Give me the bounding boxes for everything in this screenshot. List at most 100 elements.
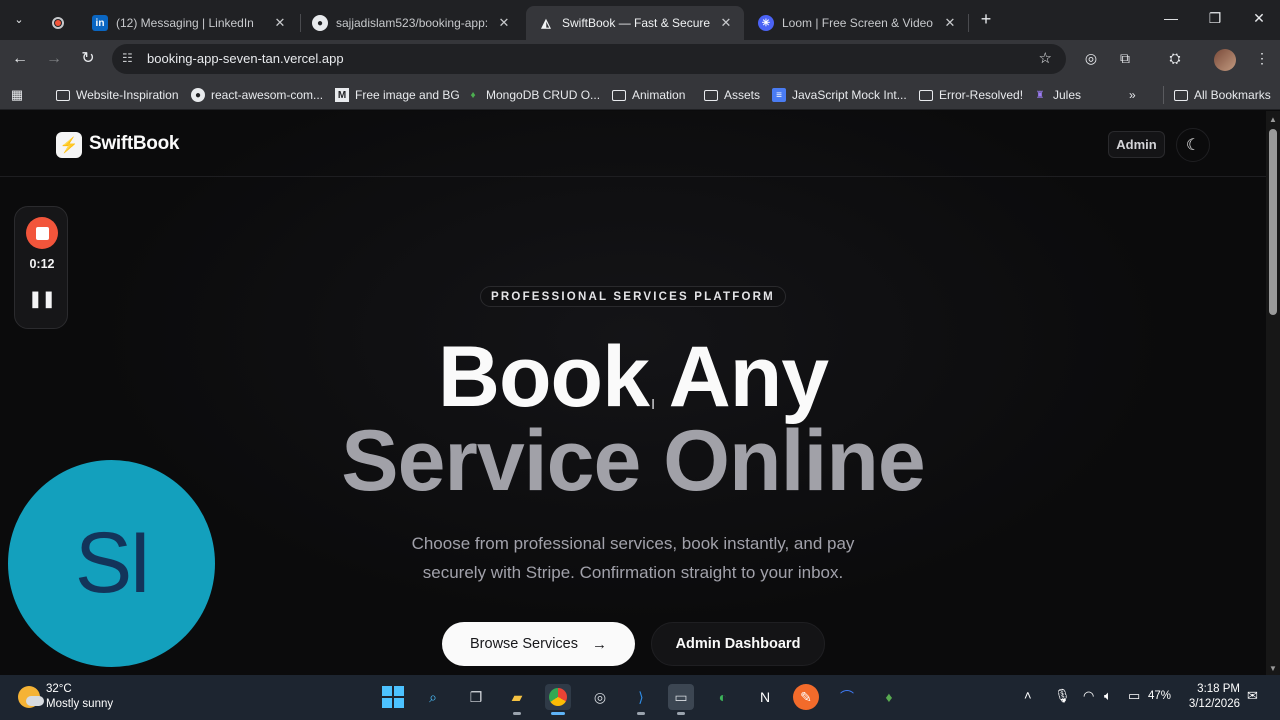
bookmark-label: Assets [724, 88, 761, 102]
tab-title: Loom | Free Screen & Video Re [782, 16, 936, 30]
extensions-puzzle-icon[interactable]: ⧉ [1115, 50, 1135, 70]
terminal-icon[interactable]: ▭ [668, 684, 694, 715]
site-logo-text[interactable]: SwiftBook [89, 133, 179, 155]
bookmark-website-inspiration[interactable]: Website-Inspiration [56, 86, 179, 104]
tab-title: SwiftBook — Fast & Secure Ser [562, 16, 712, 30]
mongodb-icon: ♦ [470, 89, 476, 101]
bookmark-assets[interactable]: Assets [704, 86, 760, 104]
loom-icon: ✳ [758, 15, 774, 31]
restore-button[interactable]: ❐ [1194, 0, 1236, 36]
weather-sun-cloud-icon[interactable] [18, 686, 44, 708]
arc-icon[interactable]: ⌒ [834, 684, 860, 710]
browser-toolbar: ← → ↻ ☷ booking-app-seven-tan.vercel.app… [0, 40, 1280, 78]
task-view-icon[interactable]: ❐ [463, 684, 489, 710]
theme-toggle-moon-icon[interactable]: ☾ [1176, 128, 1210, 162]
all-bookmarks[interactable]: All Bookmarks [1163, 86, 1271, 104]
mongodb-compass-icon[interactable]: ♦ [876, 684, 902, 710]
weather-temperature[interactable]: 32°C [46, 683, 72, 695]
tab-loom[interactable]: ✳ Loom | Free Screen & Video Re ✕ [746, 6, 968, 40]
extension-circle-icon[interactable]: ◎ [1081, 50, 1101, 70]
close-tab-icon[interactable]: ✕ [272, 15, 288, 31]
clock-time[interactable]: 3:18 PM [1190, 683, 1240, 695]
pause-icon[interactable]: ❚❚ [15, 289, 69, 309]
hero-headline-line2: Service Online [341, 413, 926, 509]
tray-chevron-up-icon[interactable]: ˄ [1024, 688, 1032, 703]
search-icon[interactable]: ⌕ [420, 684, 446, 710]
tab-linkedin[interactable]: in (12) Messaging | LinkedIn ✕ [80, 6, 298, 40]
browse-services-button[interactable]: Browse Services → [442, 622, 635, 666]
bookmarks-overflow-chevron-icon[interactable]: » [1129, 86, 1136, 104]
loom-recording-controls: 0:12 ❚❚ [14, 206, 68, 329]
microphone-icon[interactable]: 🎙︎ [1054, 688, 1071, 704]
windows-start-icon[interactable] [382, 686, 404, 708]
github-icon: ● [191, 88, 205, 102]
url-text[interactable]: booking-app-seven-tan.vercel.app [147, 51, 344, 66]
edge-icon[interactable]: ◐ [710, 684, 736, 710]
windows-taskbar: 32°C Mostly sunny ⌕ ❐ ▰ ◎ ⟩ ▭ ◐ N ✎ ⌒ ♦ … [0, 675, 1280, 720]
battery-percent[interactable]: 47% [1148, 690, 1171, 702]
lightning-logo-icon[interactable]: ⚡ [56, 132, 82, 158]
notion-icon[interactable]: N [752, 684, 778, 710]
tab-github[interactable]: ● sajjadislam523/booking-app: Sl ✕ [300, 6, 522, 40]
address-bar[interactable]: ☷ booking-app-seven-tan.vercel.app ☆ [112, 44, 1066, 74]
close-tab-icon[interactable]: ✕ [496, 15, 512, 31]
scroll-down-icon[interactable]: ▼ [1269, 664, 1277, 673]
github-icon: ● [312, 15, 328, 31]
bookmark-javascript-mock[interactable]: ≡ JavaScript Mock Int... [772, 86, 907, 104]
tab-swiftbook[interactable]: ◭ SwiftBook — Fast & Secure Ser ✕ [526, 6, 744, 40]
hero-subtitle: Choose from professional services, book … [411, 534, 855, 582]
bookmark-react-awesome[interactable]: ● react-awesom-com... [191, 86, 323, 104]
battery-icon[interactable]: ▭ [1128, 688, 1140, 704]
settings-app-icon[interactable]: ◎ [587, 684, 613, 710]
bookmark-mongodb[interactable]: ♦ MongoDB CRUD O... [466, 86, 600, 104]
weather-description[interactable]: Mostly sunny [46, 698, 113, 710]
reload-button[interactable]: ↻ [76, 48, 100, 70]
tab-recording[interactable] [40, 6, 82, 40]
back-button[interactable]: ← [8, 48, 32, 70]
browser-tab-strip: ⌄ in (12) Messaging | LinkedIn ✕ ● sajja… [0, 0, 1280, 40]
close-window-button[interactable]: ✕ [1238, 0, 1280, 36]
page-scrollbar[interactable]: ▲ ▼ [1266, 111, 1280, 675]
menu-kebab-icon[interactable]: ⋮ [1252, 50, 1272, 70]
clock-date[interactable]: 3/12/2026 [1180, 698, 1240, 710]
bookmark-label: Jules [1053, 88, 1082, 102]
tab-search-button[interactable]: ⌄ [6, 6, 32, 32]
tab-divider [968, 14, 969, 32]
scrollbar-thumb[interactable] [1269, 129, 1277, 315]
admin-button[interactable]: Admin [1108, 131, 1165, 158]
apps-grid-icon[interactable]: ▦ [10, 86, 30, 104]
admin-dashboard-button[interactable]: Admin Dashboard [651, 622, 825, 666]
stop-recording-button[interactable] [26, 217, 58, 249]
site-info-icon[interactable]: ☷ [122, 51, 138, 67]
bookmark-error-resolved[interactable]: Error-Resolved! [919, 86, 1023, 104]
folder-icon [919, 88, 933, 102]
arrow-right-icon: → [591, 635, 607, 653]
incognito-icon[interactable]: ⛭ [1165, 50, 1185, 70]
scroll-up-icon[interactable]: ▲ [1269, 115, 1277, 124]
hero-badge: PROFESSIONAL SERVICES PLATFORM [480, 286, 786, 307]
new-tab-button[interactable]: + [976, 8, 996, 30]
minimize-button[interactable]: — [1150, 0, 1192, 36]
volume-icon[interactable]: 🔈︎ [1104, 688, 1112, 704]
forward-button[interactable]: → [42, 48, 66, 70]
medium-icon: M [335, 88, 349, 102]
close-tab-icon[interactable]: ✕ [942, 15, 958, 31]
bookmark-jules[interactable]: ♜ Jules [1033, 86, 1082, 104]
all-bookmarks-label: All Bookmarks [1194, 88, 1271, 102]
postman-icon[interactable]: ✎ [793, 684, 819, 710]
notifications-icon[interactable]: ✉ [1247, 688, 1258, 704]
bookmark-animation[interactable]: Animation [612, 86, 685, 104]
file-explorer-icon[interactable]: ▰ [504, 684, 530, 715]
tab-title: sajjadislam523/booking-app: Sl [336, 16, 490, 30]
close-tab-icon[interactable]: ✕ [718, 15, 734, 31]
bookmark-star-icon[interactable]: ☆ [1039, 49, 1052, 67]
vscode-icon[interactable]: ⟩ [628, 684, 654, 715]
profile-avatar[interactable] [1214, 49, 1236, 71]
linkedin-icon: in [92, 15, 108, 31]
doc-icon: ≡ [772, 88, 786, 102]
chrome-icon[interactable] [545, 684, 571, 715]
camera-bubble[interactable]: SI [8, 460, 215, 667]
bookmark-free-image[interactable]: M Free image and BG [335, 86, 460, 104]
wifi-icon[interactable]: ◠ [1083, 688, 1094, 704]
text-cursor-icon: I [651, 396, 656, 413]
